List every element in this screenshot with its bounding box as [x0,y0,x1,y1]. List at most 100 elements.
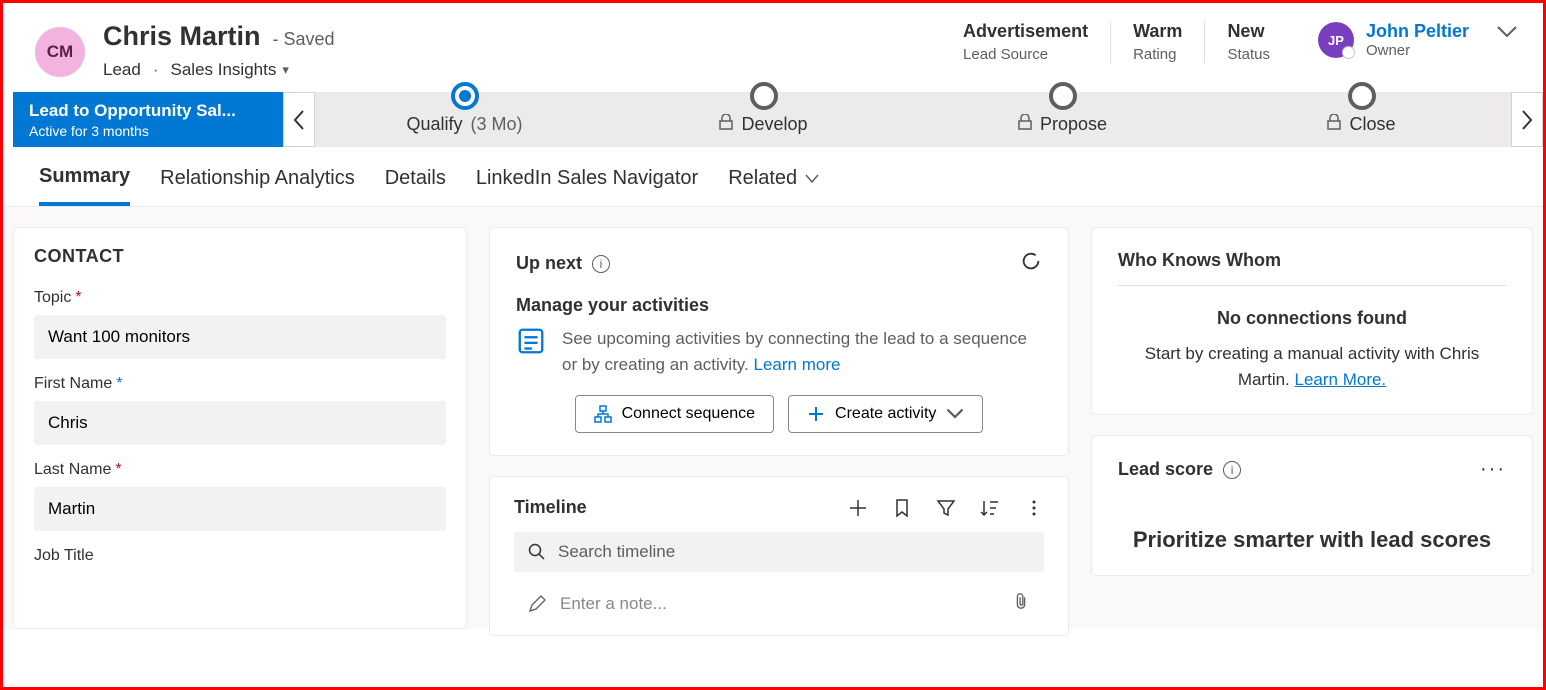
form-name: Sales Insights [171,60,277,80]
learn-more-link[interactable]: Learn more [754,355,841,374]
button-label: Create activity [835,405,936,423]
middle-column: Up next i Manage your activities See upc… [489,227,1069,629]
owner-label: Owner [1366,42,1469,59]
info-icon[interactable]: i [592,255,610,273]
field-label: First Name [34,375,112,393]
bpf-next-button[interactable] [1511,92,1543,147]
header-field-leadsource[interactable]: Advertisement Lead Source [941,21,1110,63]
lock-icon [1018,114,1032,135]
header-field-value: Warm [1133,21,1182,42]
timeline-title: Timeline [514,497,828,518]
timeline-more-button[interactable] [1024,498,1044,518]
timeline-card: Timeline Search timeline Enter a note... [489,476,1069,636]
lastname-input[interactable] [34,487,446,531]
lock-icon [1327,114,1341,135]
more-vertical-icon [1024,498,1044,518]
create-activity-button[interactable]: Create activity [788,395,983,433]
required-indicator: * [115,461,121,479]
bpf-stages: Qualify (3 Mo) Develop Propose Close [315,92,1511,147]
bpf-stage-qualify[interactable]: Qualify (3 Mo) [315,104,614,135]
field-label: Topic [34,289,71,307]
tab-related[interactable]: Related [728,165,819,206]
leadscore-message: Prioritize smarter with lead scores [1118,527,1506,553]
sort-icon [980,498,1000,518]
separator-dot: · [153,60,159,80]
sequence-icon [594,405,612,423]
stage-name: Close [1349,114,1395,135]
plus-icon [848,498,868,518]
topic-input[interactable] [34,315,446,359]
bpf-prev-button[interactable] [283,92,315,147]
bpf-process[interactable]: Lead to Opportunity Sal... Active for 3 … [13,92,283,147]
leadscore-more-button[interactable]: ··· [1480,458,1506,481]
chevron-right-icon [1521,110,1533,130]
tab-relationship-analytics[interactable]: Relationship Analytics [160,165,355,206]
tab-label: Summary [39,165,130,188]
section-title: CONTACT [34,246,446,267]
bpf-process-name: Lead to Opportunity Sal... [29,101,267,121]
timeline-filter-button[interactable] [936,498,956,518]
tab-label: Related [728,167,797,190]
bpf-process-duration: Active for 3 months [29,123,267,139]
leadscore-title: Lead score [1118,459,1213,480]
header-field-label: Lead Source [963,46,1088,63]
title-block: Chris Martin - Saved Lead · Sales Insigh… [103,21,335,80]
timeline-add-button[interactable] [848,498,868,518]
stage-duration: (3 Mo) [471,114,523,135]
upnext-title: Up next [516,253,582,274]
upnext-subtitle: Manage your activities [516,295,1042,316]
entity-type: Lead [103,60,141,80]
chevron-down-icon: ▾ [282,62,289,78]
record-header: CM Chris Martin - Saved Lead · Sales Ins… [3,3,1543,80]
header-field-rating[interactable]: Warm Rating [1110,21,1204,63]
timeline-sort-button[interactable] [980,498,1000,518]
expand-header-button[interactable] [1497,25,1517,44]
bpf-stage-propose[interactable]: Propose [913,104,1212,135]
firstname-input[interactable] [34,401,446,445]
stage-name: Develop [741,114,807,135]
connect-sequence-button[interactable]: Connect sequence [575,395,774,433]
tab-details[interactable]: Details [385,165,446,206]
upnext-card: Up next i Manage your activities See upc… [489,227,1069,456]
wkw-empty-heading: No connections found [1118,308,1506,329]
attach-button[interactable] [1012,592,1030,615]
bpf-stage-close[interactable]: Close [1212,104,1511,135]
plus-icon [807,405,825,423]
tab-summary[interactable]: Summary [39,165,130,206]
timeline-bookmark-button[interactable] [892,498,912,518]
header-field-owner[interactable]: JP John Peltier Owner [1292,21,1469,59]
chevron-down-icon [1497,25,1517,39]
wkw-title: Who Knows Whom [1118,250,1506,286]
field-jobtitle: Job Title [34,547,446,565]
record-name: Chris Martin [103,21,261,52]
learn-more-link[interactable]: Learn More. [1295,370,1387,389]
timeline-note-input[interactable]: Enter a note... [514,582,1044,625]
timeline-search[interactable]: Search timeline [514,532,1044,572]
field-label: Job Title [34,547,94,565]
note-placeholder: Enter a note... [560,594,667,614]
pencil-icon [528,595,546,613]
stage-indicator-icon [1049,82,1077,110]
field-lastname: Last Name* [34,461,446,531]
chevron-down-icon [946,405,964,423]
record-avatar: CM [35,27,85,77]
header-fields: Advertisement Lead Source Warm Rating Ne… [941,21,1517,63]
lock-icon [719,114,733,135]
stage-indicator-icon [750,82,778,110]
refresh-icon [1020,250,1042,272]
tab-linkedin[interactable]: LinkedIn Sales Navigator [476,165,698,206]
form-tabs: Summary Relationship Analytics Details L… [3,147,1543,207]
bpf-stage-develop[interactable]: Develop [614,104,913,135]
header-field-status[interactable]: New Status [1204,21,1292,63]
tab-label: LinkedIn Sales Navigator [476,167,698,190]
bpf-bar: Lead to Opportunity Sal... Active for 3 … [3,92,1543,147]
search-icon [528,543,546,561]
form-selector[interactable]: Sales Insights ▾ [171,60,289,80]
field-topic: Topic* [34,289,446,359]
who-knows-whom-card: Who Knows Whom No connections found Star… [1091,227,1533,415]
lead-score-card: Lead score i ··· Prioritize smarter with… [1091,435,1533,576]
refresh-button[interactable] [1020,250,1042,277]
button-label: Connect sequence [622,405,755,423]
info-icon[interactable]: i [1223,461,1241,479]
chevron-down-icon [805,167,819,190]
